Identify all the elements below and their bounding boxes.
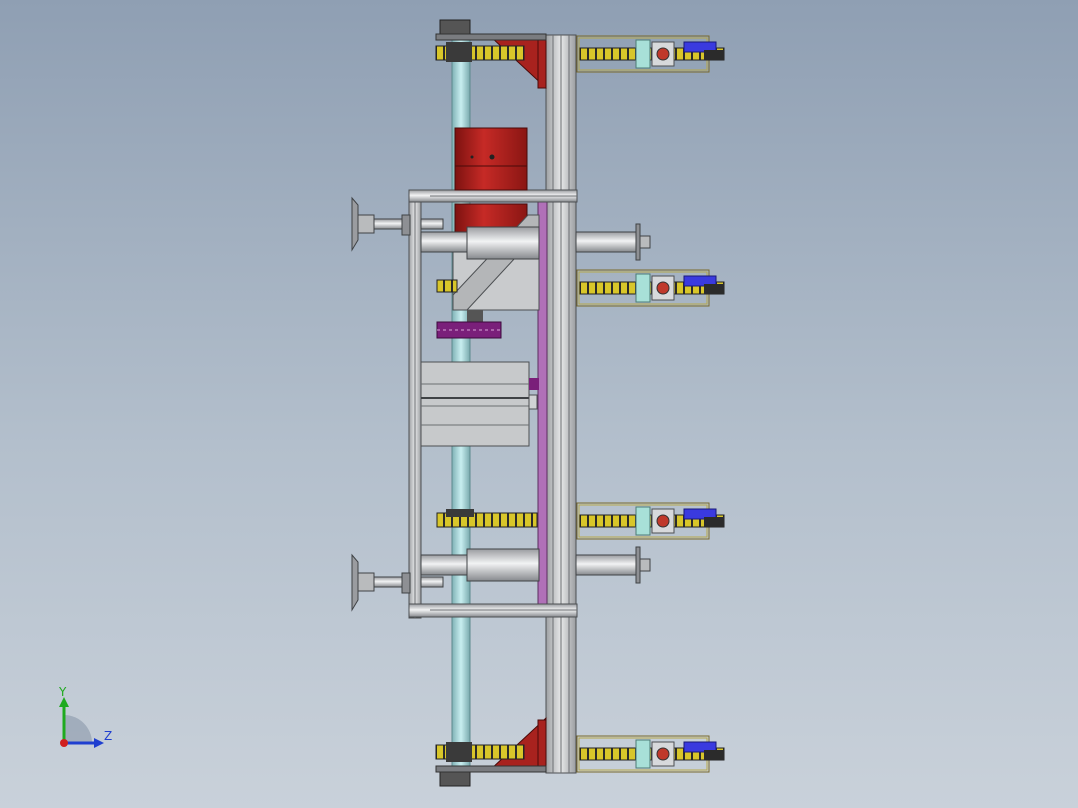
origin-dot (60, 739, 68, 747)
cad-viewport[interactable] (0, 0, 1078, 808)
lower-cylinder (351, 546, 651, 612)
linear-guide-block (420, 361, 539, 447)
chain-segment (436, 509, 538, 528)
chain-segment (436, 279, 458, 293)
purple-sprocket (436, 310, 502, 339)
upper-crossbar (408, 189, 578, 203)
chain-tensioner-module (576, 269, 725, 307)
vertical-rail (545, 34, 577, 774)
left-frame (408, 189, 422, 619)
y-axis-label: Y (58, 685, 67, 699)
chain-tensioner-module (576, 502, 725, 540)
chain-tensioner-module (576, 735, 725, 773)
z-axis-label: Z (104, 729, 112, 743)
lower-crossbar (408, 603, 578, 618)
coordinate-triad-icon: Y Z (58, 685, 112, 748)
chain-tensioner-module (576, 35, 725, 73)
